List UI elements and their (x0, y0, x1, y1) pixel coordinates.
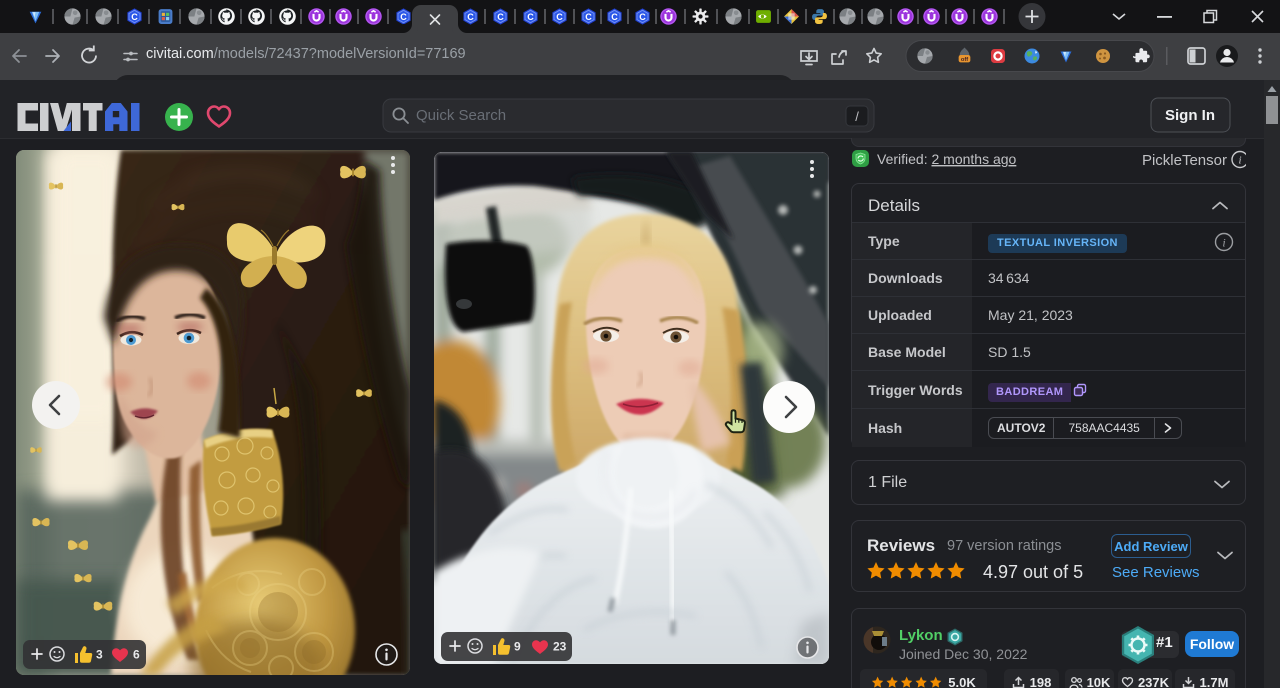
svg-text:9: 9 (514, 640, 521, 654)
svg-text:/: / (855, 109, 859, 124)
svg-text:23: 23 (553, 640, 567, 654)
svg-text:i: i (1222, 236, 1225, 250)
svg-text:Sign In: Sign In (1165, 107, 1215, 124)
svg-text:Verified: 2 months ago: Verified: 2 months ago (877, 151, 1017, 167)
svg-text:6: 6 (133, 648, 140, 662)
svg-text:i: i (1238, 155, 1241, 167)
svg-text:Quick Search: Quick Search (416, 107, 506, 124)
svg-text:PickleTensor: PickleTensor (1142, 152, 1227, 169)
svg-text:3: 3 (96, 648, 103, 662)
